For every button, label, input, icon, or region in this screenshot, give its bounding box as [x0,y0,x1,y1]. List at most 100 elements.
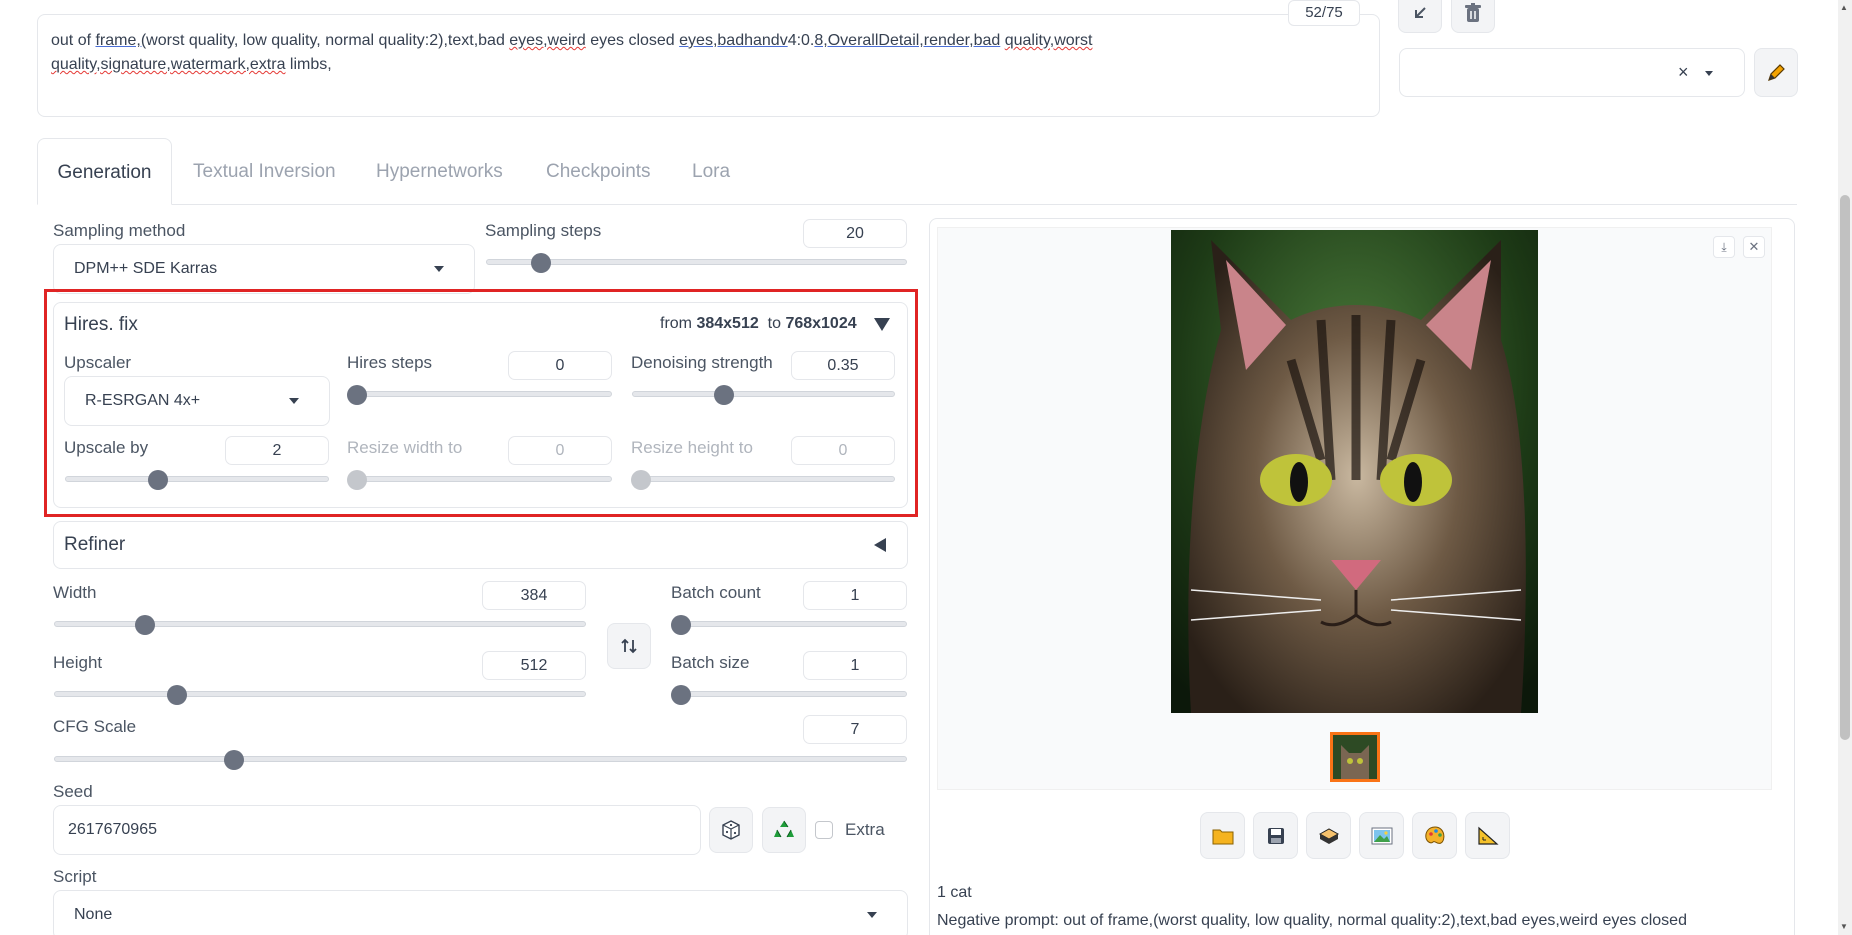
slider-knob[interactable] [147,470,168,490]
tab-hypernetworks[interactable]: Hypernetworks [376,138,503,205]
sampling-method-dropdown[interactable]: DPM++ SDE Karras [53,244,475,294]
styles-dropdown[interactable]: × [1399,48,1745,97]
recycle-icon [774,820,794,838]
upscale-by-slider[interactable] [65,470,329,490]
save-button[interactable] [1253,812,1298,859]
reuse-seed-button[interactable] [762,807,806,853]
trash-icon [1465,3,1481,22]
batch-count-slider[interactable] [671,615,907,635]
resize-height-slider[interactable] [631,470,895,490]
download-icon[interactable]: ⤓ [1713,236,1735,258]
save-icon [1267,827,1284,844]
chevron-down-icon [1705,71,1713,76]
batch-size-label: Batch size [671,653,750,672]
expand-triangle-icon[interactable] [874,538,886,552]
batch-count-label: Batch count [671,583,761,602]
tab-lora[interactable]: Lora [692,138,730,205]
open-folder-button[interactable] [1200,812,1245,859]
sampling-method-label: Sampling method [53,221,186,240]
negative-prompt-line-2: quality,signature,watermark,extra limbs, [51,53,1366,77]
upscale-by-input[interactable]: 2 [225,436,329,465]
refiner-title[interactable]: Refiner [64,534,125,556]
script-dropdown[interactable]: None [53,890,908,935]
generated-image[interactable] [1171,230,1538,713]
hires-steps-slider[interactable] [347,385,612,405]
width-input[interactable]: 384 [482,581,586,610]
seed-value: 2617670965 [68,821,157,838]
upscaler-label: Upscaler [64,353,132,372]
sampling-steps-label: Sampling steps [485,221,602,240]
height-input[interactable]: 512 [482,651,586,680]
resize-width-input[interactable]: 0 [508,436,612,465]
prompt-token: quality,signature,watermark,extra [51,56,286,73]
width-slider[interactable] [54,615,586,635]
scroll-down-arrow-icon[interactable]: ▼ [1840,922,1848,931]
resize-height-input[interactable]: 0 [791,436,895,465]
scroll-up-arrow-icon[interactable]: ▲ [1840,3,1848,12]
resize-width-slider[interactable] [347,470,612,490]
tab-generation[interactable]: Generation [37,138,172,205]
batch-size-input[interactable]: 1 [803,651,907,680]
height-label: Height [53,653,103,672]
upscale-by-label: Upscale by [64,438,149,457]
prompt-token: eyes,badhandv [679,32,788,49]
edit-styles-button[interactable] [1754,48,1798,97]
prompt-token: eyes,weird [509,32,586,49]
slider-knob[interactable] [347,385,367,405]
chevron-down-icon [289,398,299,404]
random-seed-button[interactable] [709,807,753,853]
refiner-panel[interactable] [53,521,908,569]
seed-input[interactable]: 2617670965 [53,805,701,855]
cfg-scale-slider[interactable] [54,750,907,770]
scrollbar-thumb[interactable] [1840,195,1850,740]
read-generation-params-button[interactable] [1398,0,1442,33]
ruler-icon [1477,826,1499,845]
slider-knob[interactable] [166,685,187,705]
script-label: Script [53,867,97,886]
swap-dimensions-button[interactable] [607,623,651,669]
cfg-scale-input[interactable]: 7 [803,715,907,744]
sampling-steps-input[interactable]: 20 [803,219,907,248]
upscaler-dropdown[interactable]: R-ESRGAN 4x+ [64,376,330,426]
cfg-scale-label: CFG Scale [53,717,137,736]
sampling-steps-slider[interactable] [486,253,907,273]
prompt-token: eyes closed [585,32,680,49]
close-icon[interactable]: ✕ [1743,236,1765,258]
palette-icon [1424,825,1444,844]
swap-vertical-icon [621,638,637,654]
from-label: from [660,315,692,332]
collapse-triangle-icon[interactable] [874,318,890,331]
slider-knob[interactable] [223,750,244,770]
hires-resolution-summary: from 384x512 to 768x1024 [660,315,857,333]
script-value: None [74,906,113,923]
slider-knob[interactable] [531,253,552,273]
height-slider[interactable] [54,685,586,705]
thumbnail-selected[interactable] [1330,732,1380,782]
batch-size-slider[interactable] [671,685,907,705]
negative-prompt-textarea[interactable]: out of frame,(worst quality, low quality… [37,14,1380,117]
tab-checkpoints[interactable]: Checkpoints [546,138,651,205]
resize-width-label: Resize width to [347,438,463,457]
prompt-token: limbs, [285,56,332,73]
dice-icon [722,820,740,840]
extra-seed-checkbox[interactable] [815,821,833,839]
tab-textual-inversion[interactable]: Textual Inversion [193,138,336,205]
zip-button[interactable] [1306,812,1351,859]
send-to-extras-button[interactable] [1465,812,1510,859]
prompt-token: 4:0. [787,32,815,49]
clear-styles-icon[interactable]: × [1678,62,1689,83]
seed-label: Seed [53,782,93,801]
token-counter: 52/75 [1288,0,1360,26]
send-to-img2img-button[interactable] [1359,812,1404,859]
batch-count-input[interactable]: 1 [803,581,907,610]
upscaler-value: R-ESRGAN 4x+ [85,392,201,409]
hires-steps-input[interactable]: 0 [508,351,612,380]
hires-fix-title[interactable]: Hires. fix [64,314,138,336]
clear-prompt-button[interactable] [1451,0,1495,33]
denoising-strength-slider[interactable] [632,385,895,405]
denoising-strength-input[interactable]: 0.35 [791,351,895,380]
chevron-down-icon [434,266,444,272]
slider-knob[interactable] [135,615,156,635]
send-to-inpaint-button[interactable] [1412,812,1457,859]
arrow-down-left-icon [1415,7,1426,18]
